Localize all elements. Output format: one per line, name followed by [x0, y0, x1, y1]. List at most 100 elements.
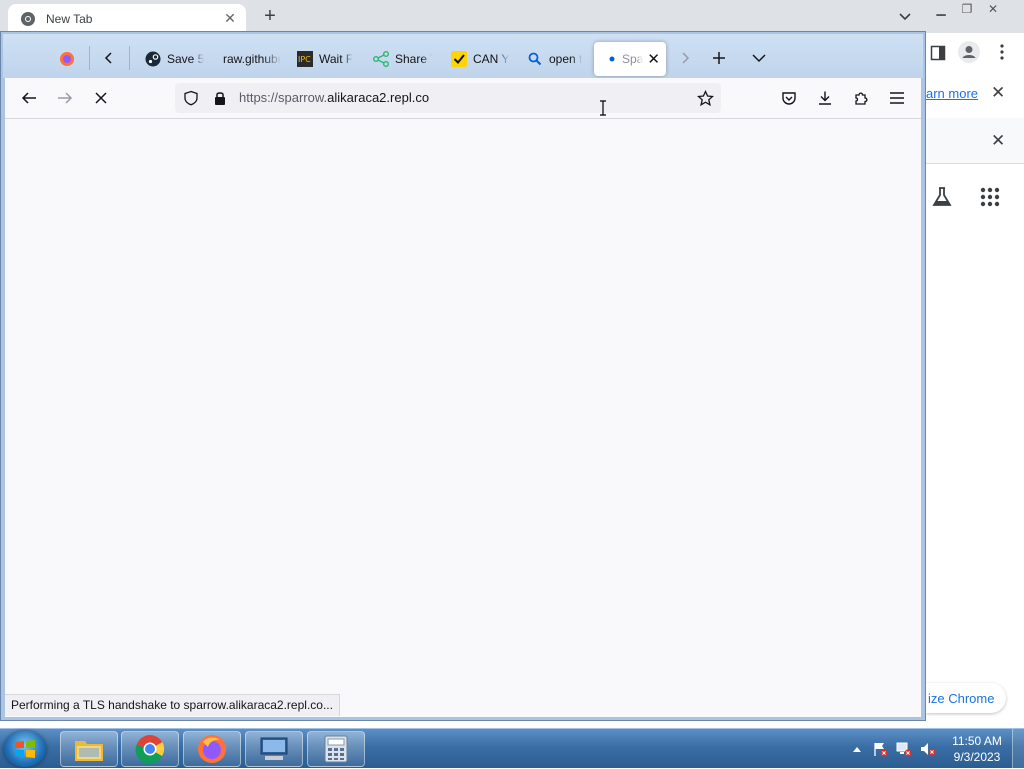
tab-label: raw.githubu — [223, 52, 281, 66]
start-button[interactable] — [4, 731, 46, 767]
url-domain: alikaraca2.repl.co — [327, 90, 430, 105]
clock-time: 11:50 AM — [952, 734, 1002, 748]
firefox-navbar: https://sparrow.alikaraca2.repl.co — [5, 78, 921, 119]
scroll-tabs-left-button[interactable] — [99, 48, 119, 68]
tab-label: Spa — [622, 52, 644, 66]
tab-can[interactable]: CAN Y — [451, 42, 509, 76]
profile-avatar-icon[interactable] — [958, 41, 980, 63]
chevron-down-icon[interactable] — [895, 7, 915, 27]
divider — [89, 46, 90, 70]
app-menu-button[interactable] — [887, 88, 907, 108]
close-icon[interactable]: ✕ — [991, 83, 1005, 103]
pocket-icon — [782, 92, 796, 105]
close-icon[interactable]: ✕ — [980, 0, 1006, 17]
tab-wait[interactable]: IPC Wait F — [297, 42, 355, 76]
status-bar: Performing a TLS handshake to sparrow.al… — [5, 694, 340, 716]
customize-chrome-label: ize Chrome — [928, 690, 995, 706]
side-panel-icon[interactable] — [930, 45, 946, 61]
ipc-icon: IPC — [297, 51, 313, 67]
text-cursor-icon — [600, 100, 606, 116]
action-center-flag-icon[interactable] — [872, 741, 888, 757]
hamburger-menu-icon — [890, 92, 904, 104]
apps-grid-icon[interactable] — [980, 187, 1000, 207]
chrome-toolbar-right — [926, 33, 1024, 73]
plus-icon[interactable]: + — [258, 5, 282, 29]
tab-steam[interactable]: Save 5 — [145, 42, 207, 76]
tab-sparrow-active[interactable]: Spa ✕ — [594, 42, 666, 76]
windows-logo-icon — [15, 740, 35, 758]
chevron-left-icon — [104, 52, 112, 64]
clock[interactable]: 11:50 AM 9/3/2023 — [942, 733, 1012, 765]
firefox-view-button[interactable] — [57, 49, 77, 69]
network-icon[interactable] — [896, 741, 912, 757]
share-icon — [373, 51, 389, 67]
tab-raw-github[interactable]: raw.githubu — [223, 42, 281, 76]
tab-label: Save 5 — [167, 52, 205, 66]
downloads-button[interactable] — [815, 88, 835, 108]
tab-share[interactable]: Share T — [373, 42, 433, 76]
arrow-left-icon — [21, 92, 36, 104]
chrome-icon — [135, 735, 165, 764]
back-button[interactable] — [19, 88, 39, 108]
minimize-icon[interactable]: ▁ — [928, 0, 954, 17]
url-text[interactable]: https://sparrow.alikaraca2.repl.co — [239, 83, 429, 113]
forward-button[interactable] — [55, 88, 75, 108]
extensions-button[interactable] — [851, 88, 871, 108]
tab-open[interactable]: open t — [527, 42, 583, 76]
scroll-tabs-right-button[interactable] — [675, 48, 695, 68]
new-tab-button[interactable] — [709, 48, 729, 68]
close-icon[interactable]: ✕ — [222, 10, 238, 27]
status-text: Performing a TLS handshake to sparrow.al… — [11, 698, 333, 712]
url-bar[interactable]: https://sparrow.alikaraca2.repl.co — [175, 83, 721, 113]
taskbar: 11:50 AM 9/3/2023 — [0, 728, 1024, 769]
tab-label: Wait F — [319, 52, 354, 66]
taskbar-explorer[interactable] — [60, 731, 118, 767]
tab-label: Share T — [395, 52, 433, 66]
taskbar-firefox[interactable] — [183, 731, 241, 767]
firefox-tabstrip: Save 5 raw.githubu IPC Wait F Share T CA… — [3, 34, 923, 78]
lock-icon[interactable] — [213, 90, 227, 106]
chevron-down-icon — [752, 54, 766, 63]
learn-more-link[interactable]: arn more — [926, 86, 978, 101]
chrome-tab-title: New Tab — [46, 11, 93, 26]
chrome-caption-buttons: ▁ ❐ ✕ — [928, 0, 1006, 17]
more-vertical-icon[interactable] — [996, 43, 1008, 61]
customize-chrome-button[interactable]: ize Chrome — [926, 683, 1006, 713]
download-icon — [819, 91, 831, 105]
close-icon[interactable]: ✕ — [991, 131, 1005, 151]
stop-loading-button[interactable] — [91, 88, 111, 108]
divider — [129, 46, 130, 70]
clock-date: 9/3/2023 — [953, 750, 1001, 764]
close-icon[interactable]: ✕ — [647, 50, 660, 68]
taskbar-chrome[interactable] — [121, 731, 179, 767]
show-hidden-icons-icon[interactable] — [852, 745, 862, 753]
chrome-infobar — [926, 118, 1024, 164]
show-desktop-button[interactable] — [1012, 729, 1024, 769]
page-content[interactable] — [5, 119, 921, 717]
chrome-tab-new-tab[interactable]: New Tab ✕ — [8, 4, 246, 33]
taskbar-calculator[interactable] — [307, 731, 365, 767]
volume-muted-icon[interactable] — [920, 741, 936, 757]
system-tray: 11:50 AM 9/3/2023 — [852, 729, 1024, 769]
steam-icon — [145, 51, 161, 67]
plus-icon — [713, 52, 725, 64]
tab-label: CAN Y — [473, 52, 509, 66]
puzzle-icon — [855, 92, 868, 105]
taskbar-control-panel[interactable] — [245, 731, 303, 767]
bookmark-star-icon[interactable] — [697, 90, 714, 107]
labs-flask-icon[interactable] — [930, 185, 954, 209]
chrome-icon — [21, 11, 35, 26]
pocket-button[interactable] — [779, 88, 799, 108]
arrow-right-icon — [58, 92, 73, 104]
folder-icon — [75, 741, 103, 761]
restore-icon[interactable]: ❐ — [954, 0, 980, 17]
tracking-protection-shield-icon[interactable] — [183, 90, 199, 106]
firefox-icon — [198, 735, 226, 763]
calculator-icon — [324, 735, 348, 763]
chevron-right-icon — [682, 52, 690, 64]
firefox-view-icon — [60, 52, 74, 66]
search-icon — [527, 51, 543, 67]
svg-text:IPC: IPC — [298, 55, 311, 64]
list-all-tabs-button[interactable] — [749, 48, 769, 68]
tab-label: open t — [549, 52, 583, 66]
